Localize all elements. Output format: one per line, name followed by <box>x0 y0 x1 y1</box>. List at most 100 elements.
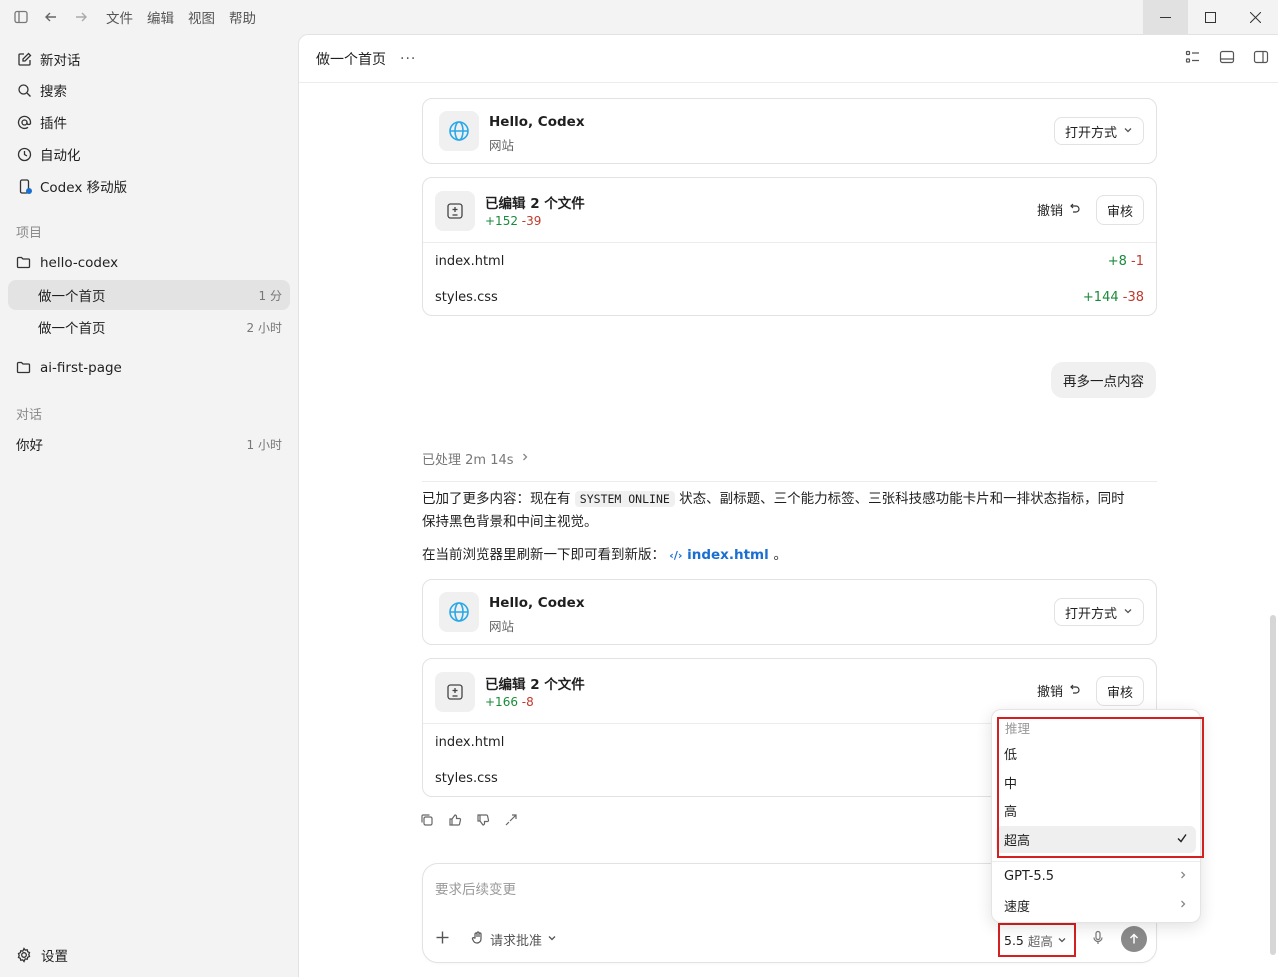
share-icon[interactable] <box>504 813 518 831</box>
menu-view[interactable]: 视图 <box>188 7 215 27</box>
follow-up-input[interactable] <box>435 878 995 902</box>
deletions-count: -39 <box>521 214 542 228</box>
copy-icon[interactable] <box>420 813 434 831</box>
diff-icon <box>435 672 475 712</box>
model-version: 5.5 <box>1004 932 1024 948</box>
file-row[interactable]: styles.css +144 -38 <box>423 279 1156 315</box>
menu-help[interactable]: 帮助 <box>229 7 256 27</box>
undo-button[interactable]: 撤销 <box>1037 200 1080 219</box>
sidebar-item-automation[interactable]: 自动化 <box>8 139 290 169</box>
message-actions <box>420 813 518 831</box>
chevron-down-icon <box>1123 605 1133 620</box>
option-label: 超高 <box>1004 834 1031 849</box>
chevron-down-icon <box>1057 933 1067 948</box>
chat-item[interactable]: 你好 1 小时 <box>8 429 290 459</box>
file-row[interactable]: index.html +8 -1 <box>423 243 1156 279</box>
add-icon[interactable] <box>435 930 450 949</box>
code-icon: ‹/› <box>669 549 683 562</box>
model-reasoning-button[interactable]: 5.5 超高 <box>998 923 1076 957</box>
at-icon <box>16 114 32 130</box>
reply-text: 保持黑色背景和中间主视觉。 <box>422 514 598 530</box>
sidebar: 新对话 搜索 插件 自动化 Codex 移动版 项目 hello-codex 做… <box>0 34 298 977</box>
thumbs-down-icon[interactable] <box>476 813 490 831</box>
diff-icon <box>435 191 475 231</box>
reasoning-option-extra-high[interactable]: 超高 <box>996 826 1196 853</box>
undo-icon <box>1068 202 1080 218</box>
maximize-button[interactable] <box>1188 0 1233 34</box>
reasoning-option-low[interactable]: 低 <box>996 740 1196 767</box>
speed-submenu-item[interactable]: 速度 <box>996 892 1196 919</box>
sidebar-item-new-chat[interactable]: 新对话 <box>8 44 290 74</box>
microphone-icon[interactable] <box>1091 930 1105 950</box>
thread-age: 1 分 <box>258 288 282 303</box>
open-with-button[interactable]: 打开方式 <box>1053 117 1144 145</box>
reasoning-section-label: 推理 <box>1005 721 1031 736</box>
sidebar-item-search[interactable]: 搜索 <box>8 75 290 105</box>
sidebar-item-label: 新对话 <box>40 53 81 69</box>
list-icon[interactable] <box>1185 49 1201 69</box>
edited-files-card: 已编辑 2 个文件 +152 -39 撤销 审核 index.html +8 -… <box>422 177 1157 316</box>
reply-text: 状态、副标题、三个能力标签、三张科技感功能卡片和一排状态指标，同时 <box>679 491 1125 507</box>
processed-toggle[interactable]: 已处理 2m 14s <box>422 446 1157 482</box>
deletions-count: -38 <box>1122 289 1144 305</box>
notification-dot <box>26 188 32 194</box>
diff-stats: +152 -39 <box>485 214 541 228</box>
reasoning-option-high[interactable]: 高 <box>996 797 1196 824</box>
project-ai-first-page[interactable]: ai-first-page <box>8 353 290 383</box>
checkmark-icon <box>1176 832 1188 848</box>
thread-item[interactable]: 做一个首页 1 分 <box>8 280 290 310</box>
project-hello-codex[interactable]: hello-codex <box>8 248 290 278</box>
website-title: Hello, Codex <box>489 595 585 611</box>
thread-item[interactable]: 做一个首页 2 小时 <box>8 312 290 342</box>
sidebar-item-codex-mobile[interactable]: Codex 移动版 <box>8 171 290 201</box>
option-label: GPT-5.5 <box>1004 869 1055 884</box>
open-with-button[interactable]: 打开方式 <box>1053 598 1144 626</box>
forward-arrow-icon[interactable] <box>66 2 96 32</box>
file-diff-stats: +144 -38 <box>1083 290 1144 305</box>
menu-file[interactable]: 文件 <box>106 7 133 27</box>
folder-icon <box>16 360 32 376</box>
model-submenu-item[interactable]: GPT-5.5 <box>996 863 1196 890</box>
undo-label: 撤销 <box>1036 204 1063 219</box>
file-link-label: index.html <box>687 547 769 563</box>
main-header: 做一个首页 ··· <box>299 35 1278 83</box>
globe-icon <box>439 592 479 632</box>
review-label: 审核 <box>1106 204 1133 220</box>
reasoning-option-medium[interactable]: 中 <box>996 769 1196 796</box>
reasoning-dropdown: 推理 低 中 高 超高 GPT-5.5 速度 <box>991 709 1201 923</box>
more-options-icon[interactable]: ··· <box>400 51 416 67</box>
edited-files-title: 已编辑 2 个文件 <box>485 196 585 212</box>
sidebar-item-plugins[interactable]: 插件 <box>8 107 290 137</box>
review-button[interactable]: 审核 <box>1095 676 1144 706</box>
file-name: styles.css <box>435 770 498 786</box>
scrollbar[interactable] <box>1270 615 1276 955</box>
option-label: 中 <box>1004 777 1018 792</box>
approval-mode-button[interactable]: 请求批准 <box>471 930 557 949</box>
sidebar-item-label: Codex 移动版 <box>40 180 128 196</box>
website-card[interactable]: Hello, Codex 网站 打开方式 <box>422 98 1157 164</box>
settings-button[interactable]: 设置 <box>8 940 208 970</box>
close-button[interactable] <box>1233 0 1278 34</box>
undo-button[interactable]: 撤销 <box>1037 681 1080 700</box>
back-arrow-icon[interactable] <box>36 2 66 32</box>
review-button[interactable]: 审核 <box>1095 195 1144 225</box>
open-with-label: 打开方式 <box>1064 125 1117 141</box>
website-subtitle: 网站 <box>489 619 515 634</box>
send-button[interactable] <box>1121 926 1147 952</box>
edited-files-header: 已编辑 2 个文件 +152 -39 撤销 审核 <box>423 178 1156 243</box>
right-panel-icon[interactable] <box>1253 49 1269 69</box>
website-card[interactable]: Hello, Codex 网站 打开方式 <box>422 579 1157 645</box>
clock-icon <box>16 146 32 162</box>
page-title: 做一个首页 <box>316 51 386 68</box>
chevron-right-icon <box>1178 869 1188 884</box>
bottom-panel-icon[interactable] <box>1219 49 1235 69</box>
minimize-button[interactable] <box>1143 0 1188 34</box>
settings-label: 设置 <box>41 949 68 965</box>
menu-edit[interactable]: 编辑 <box>147 7 174 27</box>
chat-title: 你好 <box>16 438 43 454</box>
thumbs-up-icon[interactable] <box>448 813 462 831</box>
sidebar-toggle-icon[interactable] <box>6 2 36 32</box>
thread-title: 做一个首页 <box>38 289 106 305</box>
search-icon <box>16 82 32 98</box>
file-link[interactable]: ‹/› index.html <box>669 547 773 563</box>
